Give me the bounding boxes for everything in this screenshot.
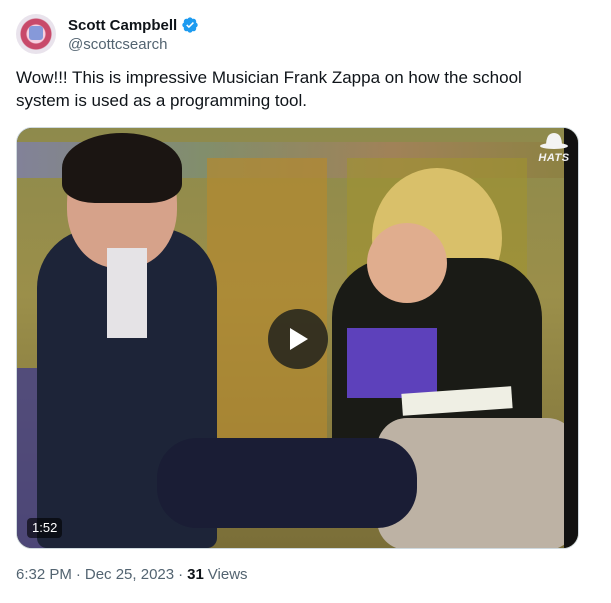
hats-watermark: HATS <box>532 130 576 164</box>
meta-separator: · <box>178 566 184 583</box>
avatar[interactable] <box>16 14 56 54</box>
video-player[interactable]: HATS 1:52 <box>16 127 579 549</box>
video-frame-figure <box>157 438 417 528</box>
play-button[interactable] <box>268 309 328 369</box>
tweet-date[interactable]: Dec 25, 2023 <box>85 566 174 583</box>
hat-icon <box>540 133 568 149</box>
video-duration: 1:52 <box>27 518 63 538</box>
play-icon <box>290 328 308 350</box>
views-count: 31 <box>187 566 204 583</box>
tweet-text: Wow!!! This is impressive Musician Frank… <box>16 68 522 110</box>
author-info: Scott Campbell @scottcsearch <box>68 15 199 53</box>
verified-badge-icon <box>182 17 198 33</box>
author-name[interactable]: Scott Campbell <box>68 17 177 34</box>
video-frame-figure <box>367 223 447 303</box>
tweet-time[interactable]: 6:32 PM <box>16 566 72 583</box>
video-frame-figure <box>62 133 182 203</box>
views-label: Views <box>207 566 248 583</box>
video-frame-edge <box>564 128 578 548</box>
tweet-meta: 6:32 PM · Dec 25, 2023 · 31 Views <box>16 566 248 583</box>
tweet: Scott Campbell @scottcsearch Wow!!! This… <box>0 0 611 603</box>
author-handle[interactable]: @scottcsearch <box>68 36 199 53</box>
meta-separator: · <box>75 566 81 583</box>
tweet-header: Scott Campbell @scottcsearch <box>16 12 199 56</box>
author-name-row: Scott Campbell <box>68 15 199 35</box>
video-frame-panel <box>207 158 327 448</box>
video-frame-figure <box>107 248 147 338</box>
video-frame-figure <box>347 328 437 398</box>
watermark-text: HATS <box>538 152 570 164</box>
